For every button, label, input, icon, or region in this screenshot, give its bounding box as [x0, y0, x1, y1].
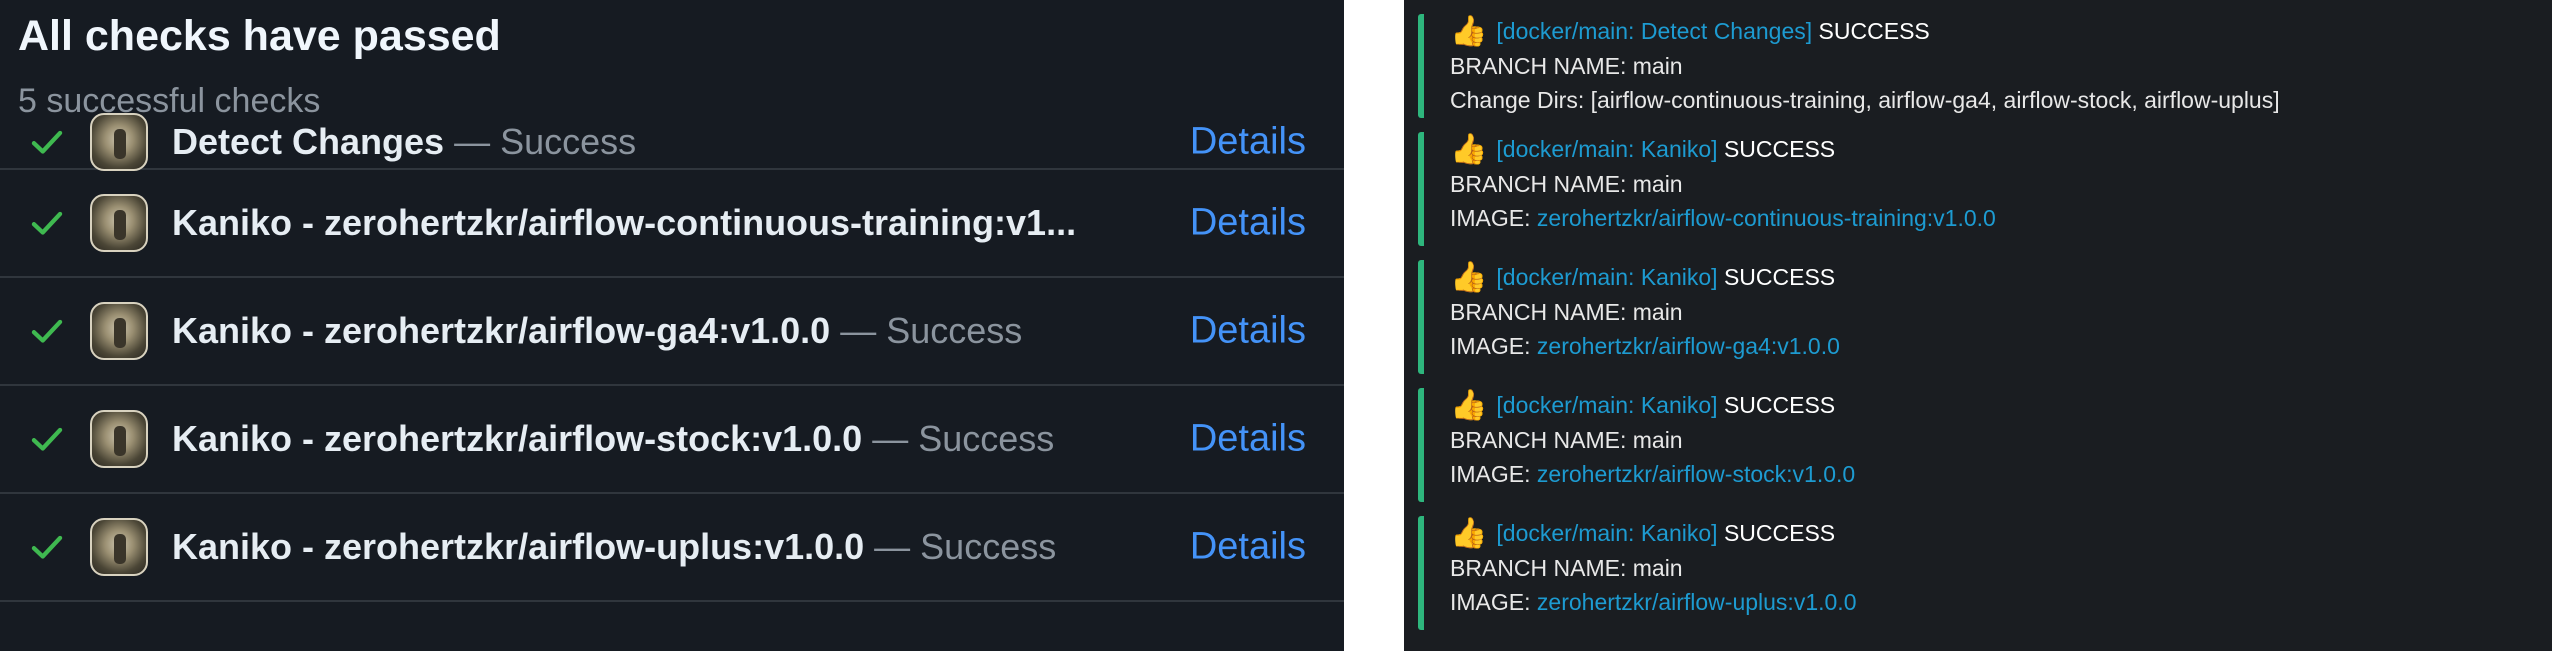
thumbs-up-icon: 👍: [1450, 389, 1488, 422]
message-tag-link[interactable]: [docker/main: Kaniko]: [1496, 136, 1717, 162]
check-name: Kaniko - zerohertzkr/airflow-uplus:v1.0.…: [172, 526, 865, 567]
check-label: Kaniko - zerohertzkr/airflow-uplus:v1.0.…: [172, 526, 1056, 568]
image-link[interactable]: zerohertzkr/airflow-stock:v1.0.0: [1537, 461, 1855, 487]
check-label: Detect Changes — Success: [172, 121, 636, 163]
message-result: SUCCESS: [1717, 520, 1836, 546]
image-label: IMAGE:: [1450, 205, 1537, 231]
branch-line: BRANCH NAME: main: [1450, 53, 1683, 79]
check-icon: [31, 319, 63, 343]
screenshot-root: All checks have passed 5 successful chec…: [0, 0, 2552, 651]
image-link[interactable]: zerohertzkr/airflow-continuous-training:…: [1537, 205, 1996, 231]
message-header: 👍 [docker/main: Kaniko] SUCCESS: [1450, 132, 2280, 167]
thumbs-up-icon: 👍: [1450, 517, 1488, 550]
message-attachment: 👍 [docker/main: Kaniko] SUCCESS BRANCH N…: [1418, 516, 2280, 630]
check-label: Kaniko - zerohertzkr/airflow-continuous-…: [172, 202, 1076, 244]
message-result: SUCCESS: [1717, 392, 1836, 418]
message-attachment: 👍 [docker/main: Kaniko] SUCCESS BRANCH N…: [1418, 260, 2280, 374]
check-name: Kaniko - zerohertzkr/airflow-continuous-…: [172, 202, 1077, 243]
checks-title: All checks have passed: [18, 12, 501, 60]
check-row: Kaniko - zerohertzkr/airflow-stock:v1.0.…: [0, 386, 1344, 494]
message-tag-link[interactable]: [docker/main: Kaniko]: [1496, 264, 1717, 290]
check-name: Detect Changes: [172, 120, 445, 162]
details-link[interactable]: Details: [1190, 310, 1306, 353]
image-line: IMAGE: zerohertzkr/airflow-uplus:v1.0.0: [1450, 585, 2280, 619]
check-status: — Success: [864, 526, 1057, 567]
check-status: — Success: [862, 418, 1055, 459]
message-header: 👍 [docker/main: Kaniko] SUCCESS: [1450, 260, 2280, 295]
check-icon: [31, 211, 63, 235]
message-result: SUCCESS: [1717, 264, 1836, 290]
notification-panel: 👍 [docker/main: Detect Changes] SUCCESS …: [1404, 0, 2552, 651]
message-header: 👍 [docker/main: Kaniko] SUCCESS: [1450, 516, 2280, 551]
change-dirs-value: [airflow-continuous-training, airflow-ga…: [1590, 87, 2280, 113]
message-result: SUCCESS: [1812, 18, 1930, 44]
message-header: 👍 [docker/main: Kaniko] SUCCESS: [1450, 388, 2280, 423]
image-link[interactable]: zerohertzkr/airflow-uplus:v1.0.0: [1537, 589, 1857, 615]
check-row: Kaniko - zerohertzkr/airflow-continuous-…: [0, 170, 1344, 278]
details-link[interactable]: Details: [1190, 418, 1306, 461]
thumbs-up-icon: 👍: [1450, 15, 1488, 48]
image-line: IMAGE: zerohertzkr/airflow-continuous-tr…: [1450, 201, 2280, 235]
check-icon: [31, 535, 63, 559]
avatar: [90, 518, 148, 576]
check-status: — Success: [444, 120, 637, 162]
thumbs-up-icon: 👍: [1450, 261, 1488, 294]
avatar: [90, 112, 148, 171]
check-row: Detect Changes — Success Details: [0, 62, 1344, 171]
message-attachment: 👍 [docker/main: Detect Changes] SUCCESS …: [1418, 14, 2280, 118]
message-attachment: 👍 [docker/main: Kaniko] SUCCESS BRANCH N…: [1418, 388, 2280, 502]
message-tag-link[interactable]: [docker/main: Detect Changes]: [1496, 18, 1812, 44]
image-line: IMAGE: zerohertzkr/airflow-stock:v1.0.0: [1450, 457, 2280, 491]
checks-list: Detect Changes — Success Details Kaniko …: [0, 112, 1344, 602]
message-result: SUCCESS: [1717, 136, 1836, 162]
github-checks-panel: All checks have passed 5 successful chec…: [0, 0, 1344, 651]
check-icon: [31, 427, 63, 451]
message-list: 👍 [docker/main: Detect Changes] SUCCESS …: [1418, 14, 2280, 644]
check-name: Kaniko - zerohertzkr/airflow-ga4:v1.0.0: [172, 310, 831, 351]
image-label: IMAGE:: [1450, 589, 1537, 615]
image-label: IMAGE:: [1450, 461, 1537, 487]
message-tag-link[interactable]: [docker/main: Kaniko]: [1496, 392, 1717, 418]
image-label: IMAGE:: [1450, 333, 1537, 359]
message-attachment: 👍 [docker/main: Kaniko] SUCCESS BRANCH N…: [1418, 132, 2280, 246]
image-link[interactable]: zerohertzkr/airflow-ga4:v1.0.0: [1537, 333, 1840, 359]
check-name: Kaniko - zerohertzkr/airflow-stock:v1.0.…: [172, 418, 863, 459]
message-tag-link[interactable]: [docker/main: Kaniko]: [1496, 520, 1717, 546]
branch-line: BRANCH NAME: main: [1450, 299, 1683, 325]
change-dirs-label: Change Dirs:: [1450, 87, 1591, 113]
avatar: [90, 302, 148, 360]
check-status: — Success: [830, 310, 1023, 351]
check-label: Kaniko - zerohertzkr/airflow-stock:v1.0.…: [172, 418, 1054, 460]
details-link[interactable]: Details: [1190, 202, 1306, 245]
avatar: [90, 194, 148, 252]
branch-line: BRANCH NAME: main: [1450, 555, 1683, 581]
details-link[interactable]: Details: [1190, 120, 1306, 163]
thumbs-up-icon: 👍: [1450, 133, 1488, 166]
message-header: 👍 [docker/main: Detect Changes] SUCCESS: [1450, 14, 2280, 49]
change-dirs-line: Change Dirs: [airflow-continuous-trainin…: [1450, 83, 2280, 117]
check-icon: [31, 130, 63, 154]
details-link[interactable]: Details: [1190, 526, 1306, 569]
branch-line: BRANCH NAME: main: [1450, 427, 1683, 453]
check-label: Kaniko - zerohertzkr/airflow-ga4:v1.0.0 …: [172, 310, 1022, 352]
check-row: Kaniko - zerohertzkr/airflow-ga4:v1.0.0 …: [0, 278, 1344, 386]
branch-line: BRANCH NAME: main: [1450, 171, 1683, 197]
check-row: Kaniko - zerohertzkr/airflow-uplus:v1.0.…: [0, 494, 1344, 602]
avatar: [90, 410, 148, 468]
image-line: IMAGE: zerohertzkr/airflow-ga4:v1.0.0: [1450, 329, 2280, 363]
